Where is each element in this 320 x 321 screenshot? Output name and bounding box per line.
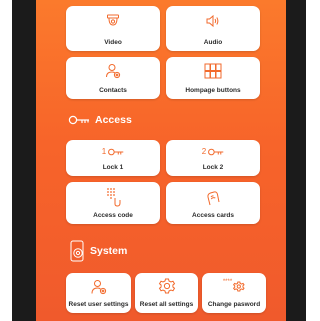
audio-label: Audio: [203, 39, 223, 46]
system-title: System: [90, 245, 128, 257]
change-password-label: Change pasword: [207, 301, 261, 308]
lock1-button[interactable]: 1 Lock 1: [66, 140, 160, 176]
left-frame-bar: [12, 0, 36, 321]
camera-icon: [106, 14, 120, 33]
audio-button[interactable]: Audio: [166, 6, 260, 51]
access-title: Access: [95, 114, 132, 126]
reset-user-settings-label: Reset user settings: [68, 301, 129, 308]
lock2-number: 2: [201, 147, 207, 156]
access-cards-button[interactable]: Access cards: [166, 182, 260, 224]
system-section-header: System: [70, 240, 127, 262]
rfid-card-icon: [206, 190, 220, 211]
contact-settings-icon: [105, 63, 121, 84]
lock1-key-icon: [108, 148, 124, 156]
right-frame-bar: [286, 0, 306, 321]
reset-all-settings-button[interactable]: Reset all settings: [135, 273, 198, 313]
lock1-label: Lock 1: [102, 164, 124, 171]
lock2-button[interactable]: 2 Lock 2: [166, 140, 260, 176]
gear-icon: [158, 278, 175, 300]
reset-user-settings-button[interactable]: Reset user settings: [66, 273, 131, 313]
keypad-icon: [105, 187, 121, 212]
access-code-button[interactable]: Access code: [66, 182, 160, 224]
contacts-label: Contacts: [99, 87, 127, 94]
lock1-number: 1: [101, 147, 107, 156]
device-settings-icon: [70, 240, 86, 262]
password-stars: ****: [222, 279, 233, 285]
lock2-indicator: 2: [202, 147, 224, 156]
video-label: Video: [104, 39, 122, 46]
contacts-button[interactable]: Contacts: [66, 57, 160, 99]
video-button[interactable]: Video: [66, 6, 160, 51]
reset-all-settings-label: Reset all settings: [139, 301, 194, 308]
hompage-buttons-label: Hompage buttons: [185, 87, 241, 94]
settings-screen: Video Audio Contacts Hompage buttons Acc…: [36, 0, 286, 321]
reset-user-icon: [91, 279, 107, 300]
lock2-key-icon: [208, 148, 224, 156]
access-cards-label: Access cards: [192, 212, 234, 219]
grid-layout-icon: [204, 63, 222, 84]
access-section-header: Access: [68, 114, 132, 126]
speaker-icon: [205, 14, 221, 33]
access-code-label: Access code: [93, 212, 133, 219]
hompage-buttons-button[interactable]: Hompage buttons: [166, 57, 260, 99]
lock2-label: Lock 2: [202, 164, 224, 171]
change-password-button[interactable]: **** Change pasword: [202, 273, 266, 313]
lock1-indicator: 1: [102, 147, 124, 156]
password-icon: ****: [222, 279, 246, 292]
key-icon: [68, 115, 90, 125]
